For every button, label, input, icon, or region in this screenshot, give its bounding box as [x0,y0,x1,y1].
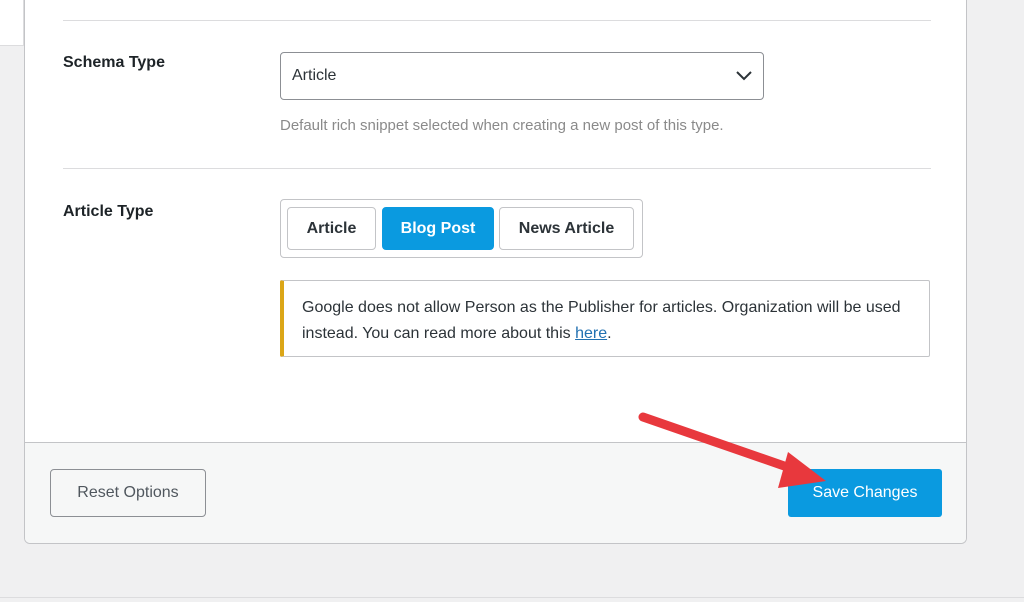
article-type-toggle-group: Article Blog Post News Article [280,199,643,258]
schema-type-select[interactable]: Article [280,52,764,100]
schema-type-help: Default rich snippet selected when creat… [280,117,724,134]
reset-options-button[interactable]: Reset Options [50,469,206,517]
left-sidebar-edge [0,0,24,46]
settings-footer: Reset Options Save Changes [25,442,966,543]
chevron-down-icon [736,71,752,81]
schema-type-selected-value: Article [292,67,337,84]
notice-here-link[interactable]: here [575,325,607,342]
page-bottom-divider [0,597,1024,598]
notice-end: . [607,325,612,342]
schema-type-label: Schema Type [63,54,165,71]
article-type-option-news-article[interactable]: News Article [499,207,634,250]
settings-panel: Schema Type Article Default rich snippet… [24,0,967,544]
publisher-warning-notice: Google does not allow Person as the Publ… [280,280,930,357]
article-type-option-article[interactable]: Article [287,207,376,250]
article-type-label: Article Type [63,203,154,220]
article-type-option-blog-post[interactable]: Blog Post [382,207,494,250]
divider-middle [63,168,931,169]
save-changes-button[interactable]: Save Changes [788,469,942,517]
divider-top [63,20,931,21]
